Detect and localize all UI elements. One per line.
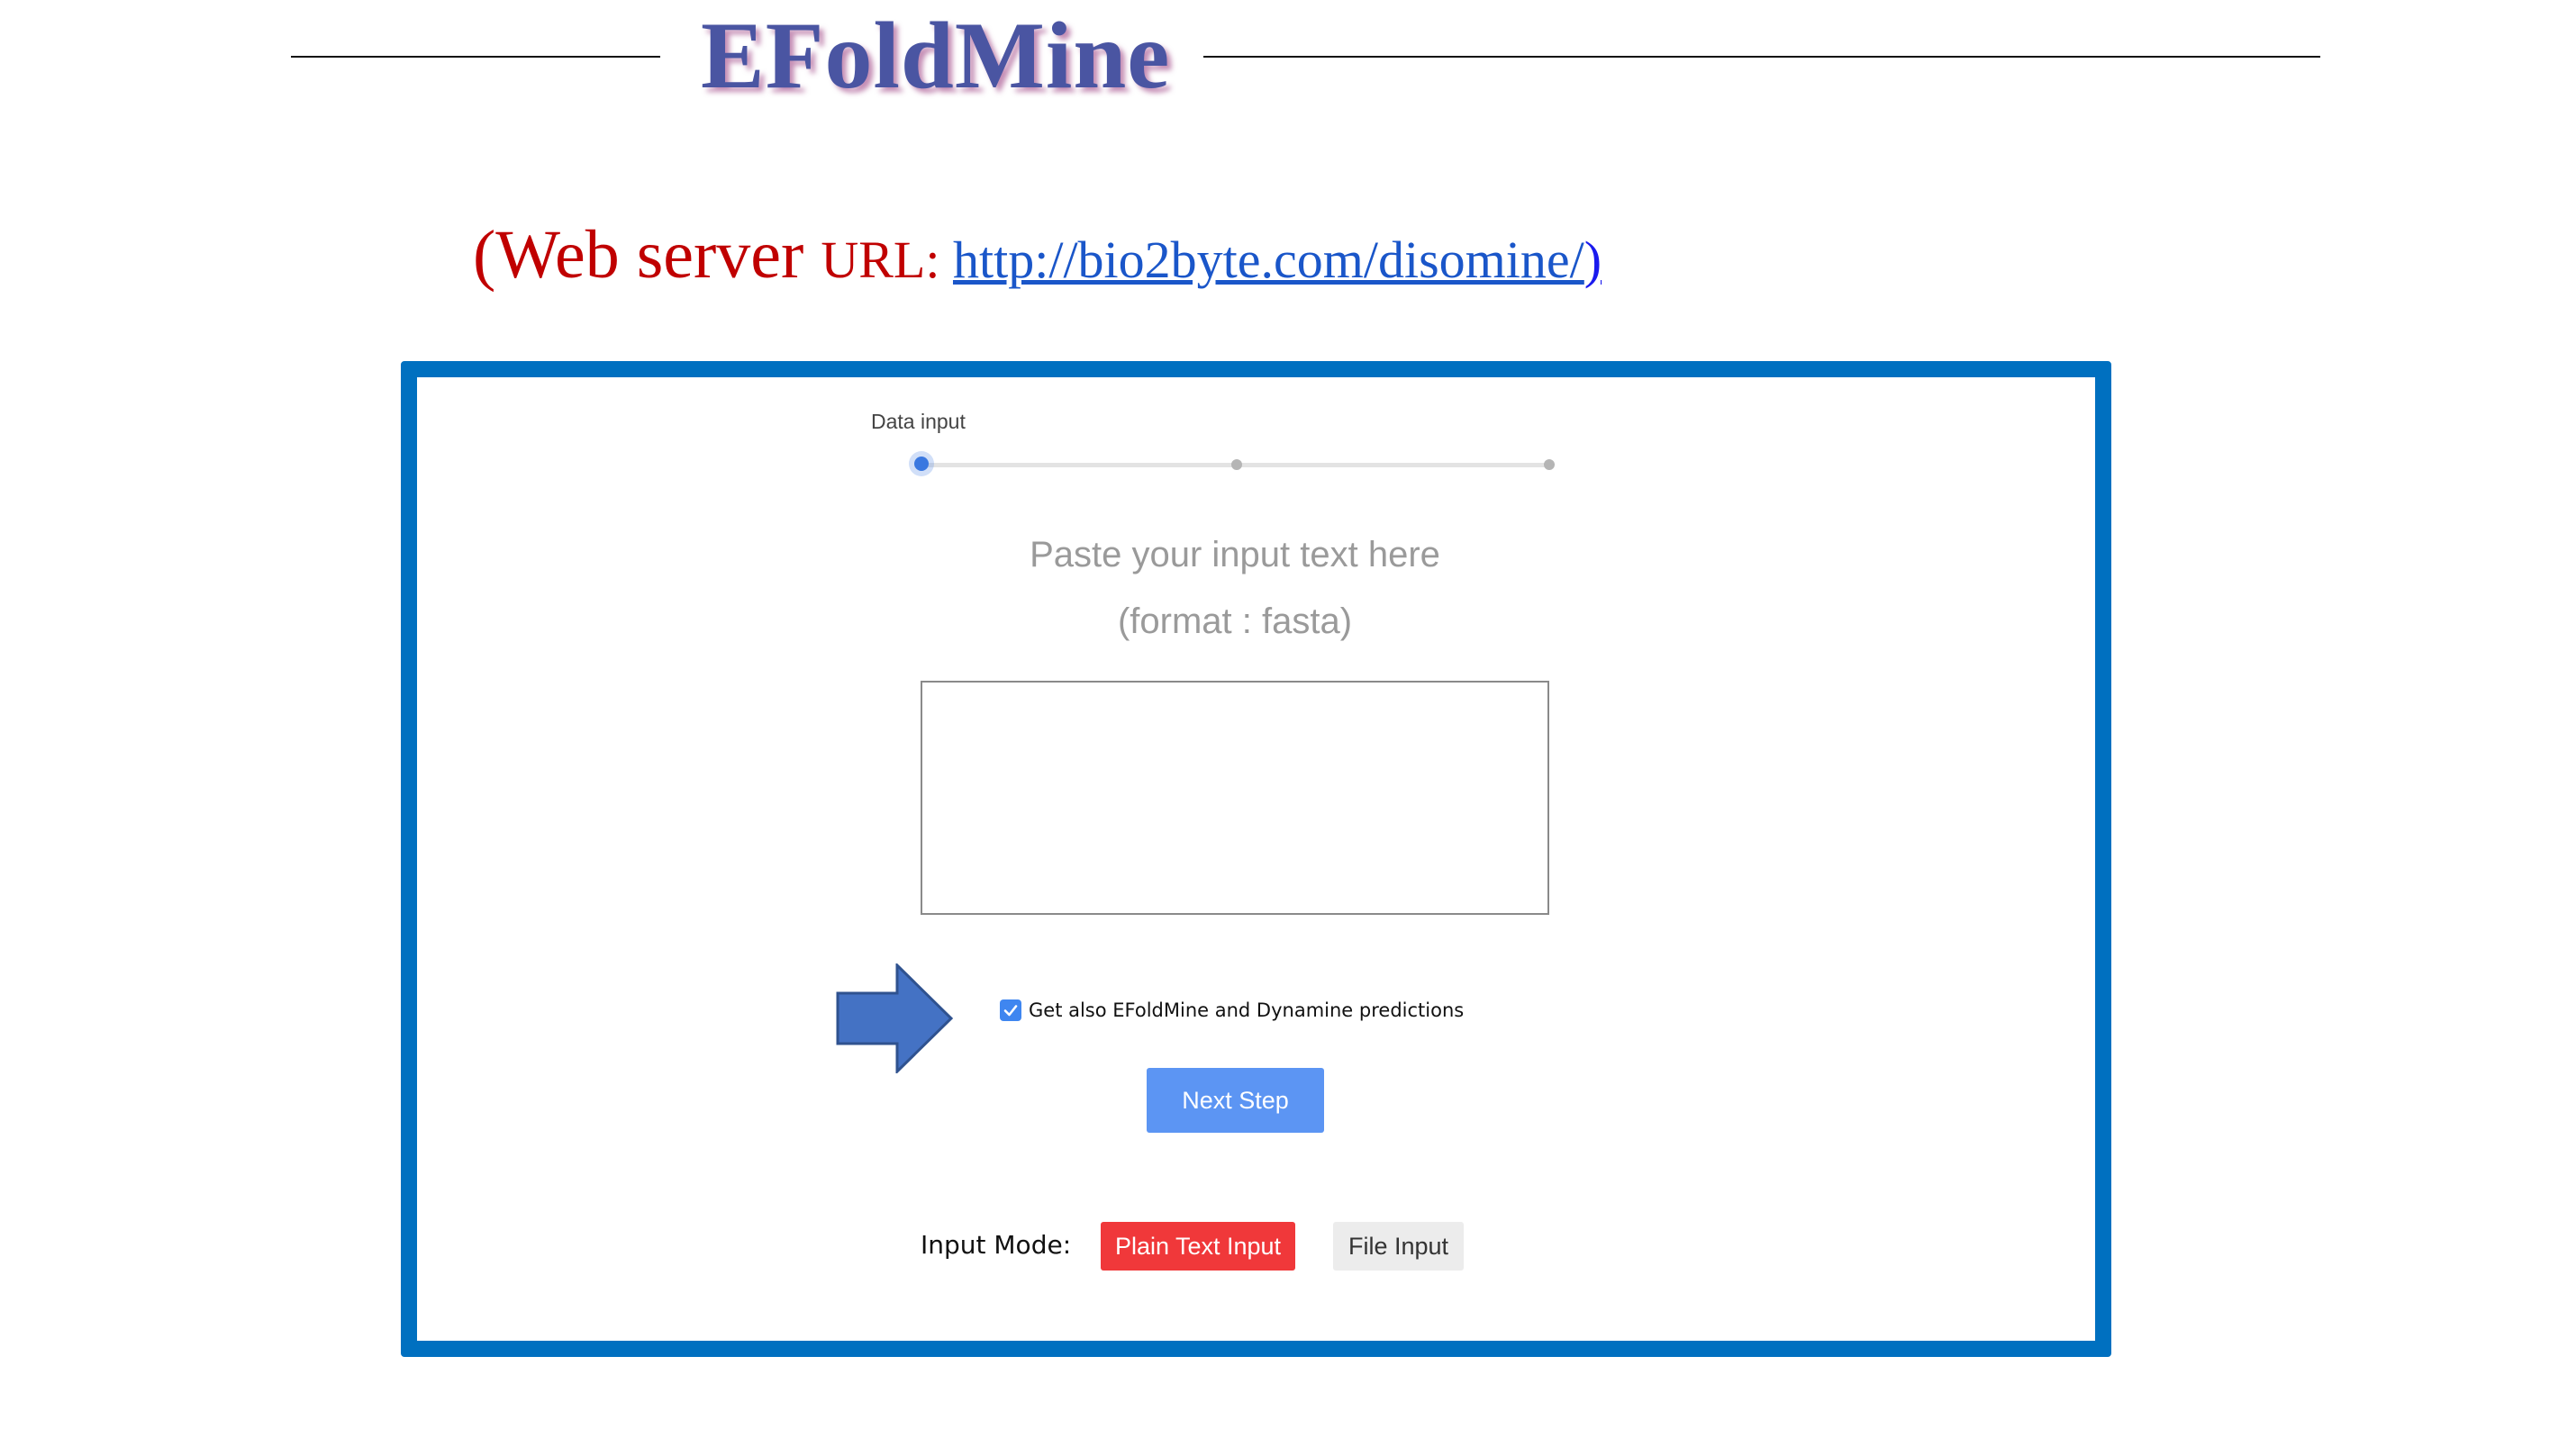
predictions-checkbox-label: Get also EFoldMine and Dynamine predicti… [1029, 999, 1465, 1021]
stepper-step-label: Data input [871, 410, 966, 433]
server-url-link[interactable]: http://bio2byte.com/disomine/ [953, 231, 1584, 289]
next-step-button[interactable]: Next Step [1147, 1068, 1324, 1133]
server-url-prefix: (Web server [473, 217, 821, 293]
server-url-suffix: ) [1583, 231, 1602, 289]
stepper-dot-1[interactable] [914, 457, 929, 471]
paste-heading: Paste your input text here [1030, 535, 1440, 574]
server-url-line: (Web server URL: http://bio2byte.com/dis… [473, 205, 1602, 323]
predictions-checkbox-row[interactable]: Get also EFoldMine and Dynamine predicti… [1000, 999, 1464, 1021]
plain-text-input-button[interactable]: Plain Text Input [1101, 1222, 1295, 1271]
page-title: EFoldMine [701, 3, 1171, 108]
right-block-arrow-icon [836, 963, 954, 1073]
sequence-input[interactable] [921, 681, 1549, 915]
file-input-button[interactable]: File Input [1333, 1222, 1464, 1271]
stepper-dot-3[interactable] [1544, 459, 1555, 470]
paste-format-hint: (format : fasta) [1117, 601, 1353, 641]
server-url-label: URL: [821, 231, 953, 289]
checkmark-icon [1003, 1005, 1018, 1017]
header-rule-left [291, 56, 660, 58]
stepper-dot-2[interactable] [1231, 459, 1242, 470]
header-rule-right [1203, 56, 2320, 58]
predictions-checkbox[interactable] [1000, 999, 1021, 1021]
input-mode-label: Input Mode: [921, 1230, 1072, 1260]
